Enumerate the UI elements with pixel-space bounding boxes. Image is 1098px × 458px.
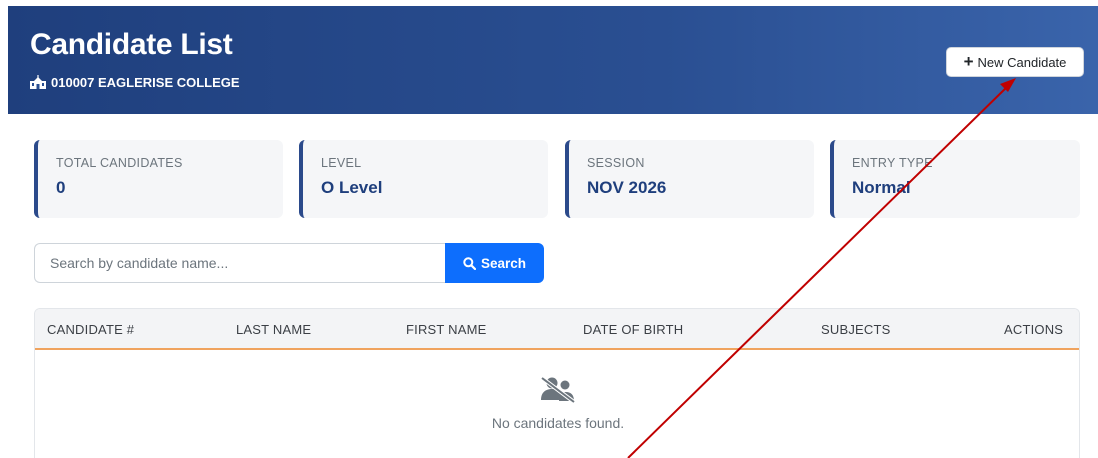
stat-value: 0: [56, 178, 66, 197]
column-header-candidate-number: CANDIDATE #: [47, 322, 135, 337]
search-input[interactable]: [34, 243, 446, 283]
stat-value: NOV 2026: [587, 178, 667, 197]
stat-label: LEVEL: [321, 156, 362, 170]
stat-card-total-candidates: TOTAL CANDIDATES 0: [34, 140, 283, 218]
new-candidate-button[interactable]: + New Candidate: [946, 47, 1084, 77]
school-name: 010007 EAGLERISE COLLEGE: [51, 74, 240, 90]
column-header-last-name: LAST NAME: [236, 322, 312, 337]
plus-icon: +: [963, 52, 974, 71]
stat-value: Normal: [852, 178, 911, 197]
column-header-subjects: SUBJECTS: [821, 322, 891, 337]
table-header: CANDIDATE # LAST NAME FIRST NAME DATE OF…: [35, 309, 1079, 350]
new-candidate-label: New Candidate: [977, 54, 1067, 70]
page-header: Candidate List 010007 EAGLERISE COLLEGE …: [8, 6, 1098, 114]
stat-card-session: SESSION NOV 2026: [565, 140, 814, 218]
page-title: Candidate List: [30, 28, 233, 61]
stat-card-level: LEVEL O Level: [299, 140, 548, 218]
school-building-icon: [30, 75, 46, 89]
stat-card-entry-type: ENTRY TYPE Normal: [830, 140, 1080, 218]
stat-label: SESSION: [587, 156, 645, 170]
candidates-table: CANDIDATE # LAST NAME FIRST NAME DATE OF…: [34, 308, 1080, 458]
stat-label: ENTRY TYPE: [852, 156, 933, 170]
empty-message: No candidates found.: [491, 415, 625, 431]
users-slash-icon: [540, 376, 576, 404]
stat-label: TOTAL CANDIDATES: [56, 156, 183, 170]
stat-value: O Level: [321, 178, 383, 197]
search-button[interactable]: Search: [445, 243, 544, 283]
search-icon: [463, 256, 476, 270]
school-info: 010007 EAGLERISE COLLEGE: [30, 74, 240, 90]
column-header-actions: ACTIONS: [1004, 322, 1064, 337]
search-button-label: Search: [480, 255, 527, 271]
candidate-list-page: Candidate List 010007 EAGLERISE COLLEGE …: [0, 0, 1098, 458]
column-header-first-name: FIRST NAME: [406, 322, 487, 337]
column-header-date-of-birth: DATE OF BIRTH: [583, 322, 684, 337]
